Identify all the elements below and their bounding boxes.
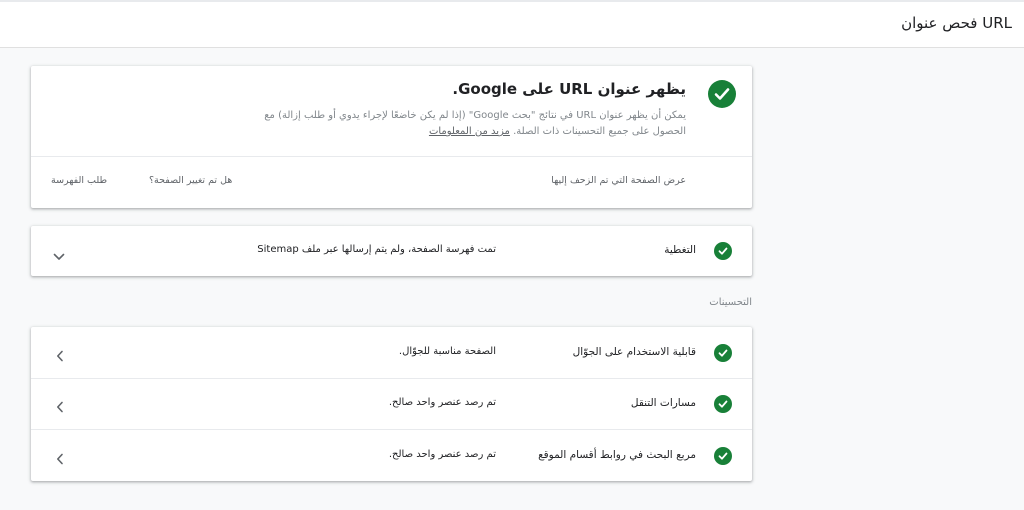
chevron-left-icon[interactable] xyxy=(56,450,64,469)
check-circle-icon xyxy=(708,80,736,108)
page-header: فحص عنوان URL xyxy=(0,2,1024,48)
enhancement-row-breadcrumbs[interactable]: مسارات التنقل تم رصد عنصر واحد صالح. xyxy=(31,378,752,430)
coverage-row[interactable]: التغطية تمت فهرسة الصفحة، ولم يتم إرساله… xyxy=(31,226,752,276)
page-title: فحص عنوان URL xyxy=(901,14,1012,32)
enhancements-card: قابلية الاستخدام على الجوّال الصفحة مناس… xyxy=(31,327,752,481)
request-indexing-button[interactable]: طلب الفهرسة xyxy=(51,175,107,186)
page-changed-question: هل تم تغيير الصفحة؟ xyxy=(149,175,233,186)
enhancement-label: مربع البحث في روابط أقسام الموقع xyxy=(538,449,696,461)
coverage-label: التغطية xyxy=(664,244,696,256)
check-circle-icon xyxy=(714,395,732,413)
indexing-status-card: يظهر عنوان URL على Google. يمكن أن يظهر … xyxy=(31,66,752,208)
check-circle-icon xyxy=(714,447,732,465)
enhancement-row-sitelinks-searchbox[interactable]: مربع البحث في روابط أقسام الموقع تم رصد … xyxy=(31,429,752,480)
enhancement-value: تم رصد عنصر واحد صالح. xyxy=(388,449,496,460)
enhancement-label: قابلية الاستخدام على الجوّال xyxy=(572,346,696,358)
enhancement-label: مسارات التنقل xyxy=(630,397,696,409)
enhancement-value: تم رصد عنصر واحد صالح. xyxy=(388,397,496,408)
enhancement-row-mobile[interactable]: قابلية الاستخدام على الجوّال الصفحة مناس… xyxy=(31,327,752,379)
enhancements-section-label: التحسينات xyxy=(709,297,752,308)
learn-more-link[interactable]: مزيد من المعلومات xyxy=(429,126,510,137)
status-title: يظهر عنوان URL على Google. xyxy=(452,80,686,98)
status-description: يمكن أن يظهر عنوان URL في نتائج "بحث Goo… xyxy=(236,108,686,140)
check-circle-icon xyxy=(714,344,732,362)
coverage-value: تمت فهرسة الصفحة، ولم يتم إرسالها عبر مل… xyxy=(257,244,496,255)
enhancement-value: الصفحة مناسبة للجوّال. xyxy=(398,346,496,357)
chevron-down-icon[interactable] xyxy=(53,246,65,265)
check-circle-icon xyxy=(714,242,732,260)
chevron-left-icon[interactable] xyxy=(56,347,64,366)
view-crawled-page-button[interactable]: عرض الصفحة التي تم الزحف إليها xyxy=(551,175,686,186)
chevron-left-icon[interactable] xyxy=(56,398,64,417)
status-summary: يظهر عنوان URL على Google. يمكن أن يظهر … xyxy=(31,66,752,157)
